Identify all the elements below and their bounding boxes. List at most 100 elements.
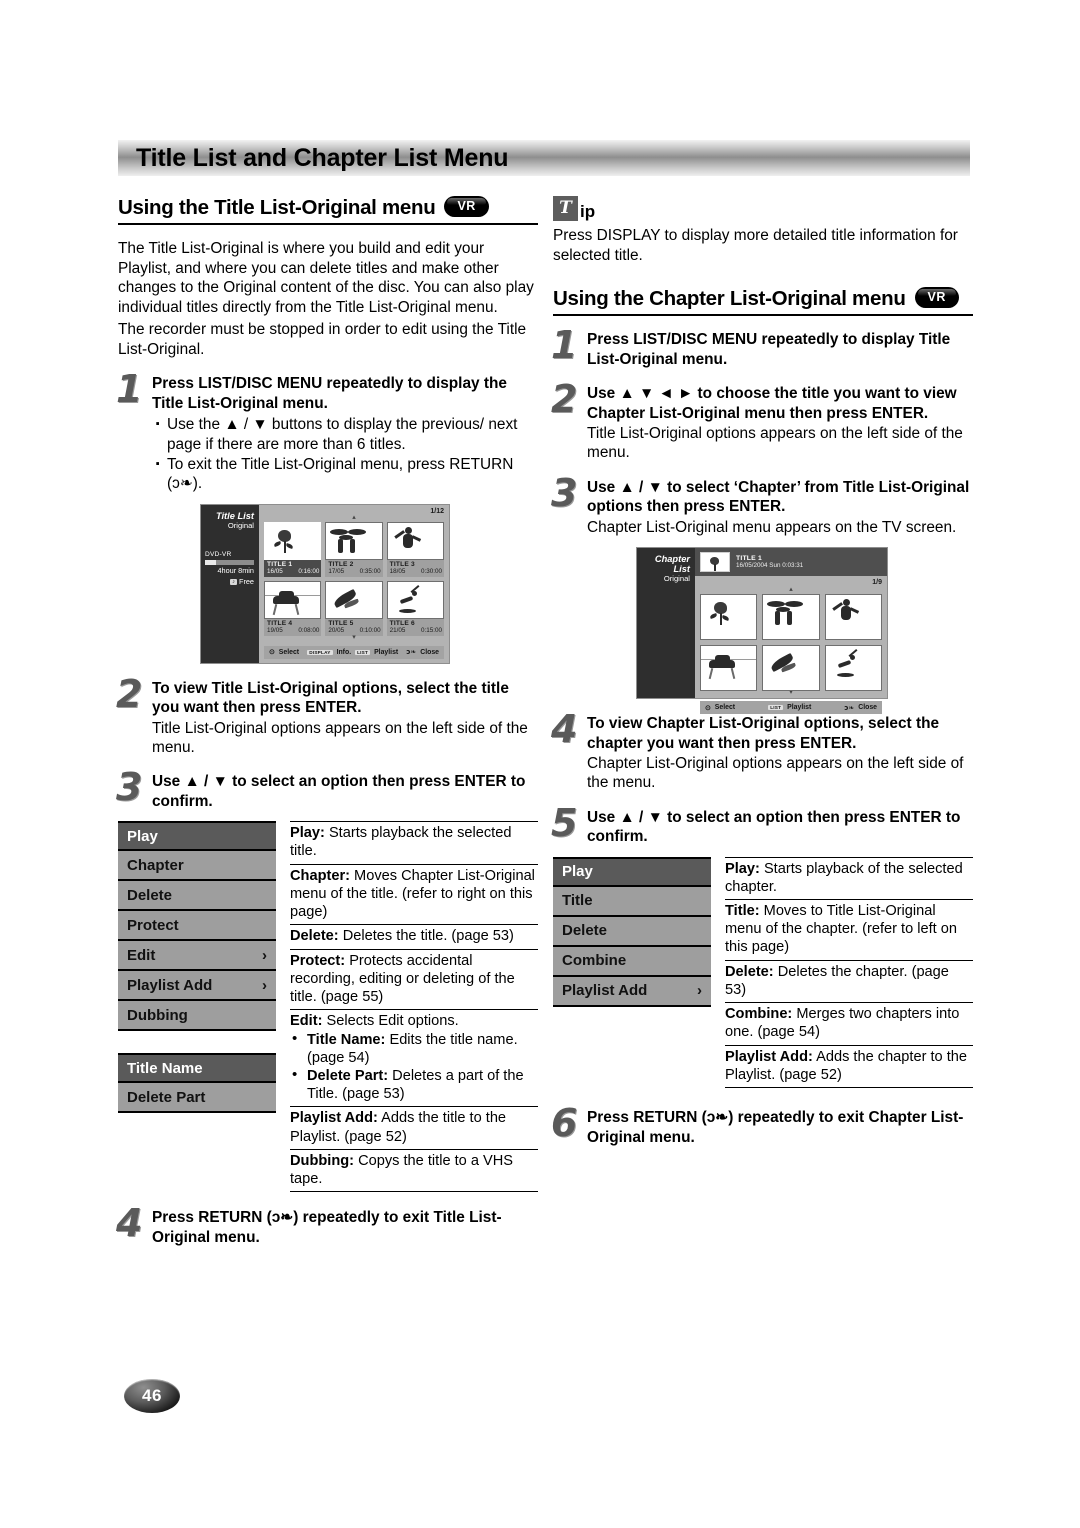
- option-protect[interactable]: Protect: [118, 911, 276, 942]
- chapter-cell[interactable]: [762, 594, 820, 641]
- step-title: Use ▲ ▼ ◄ ► to choose the title you want…: [587, 385, 957, 422]
- title-label: TITLE 4: [267, 620, 293, 628]
- title-date: 21/05: [389, 627, 406, 635]
- screen-subtitle: Original: [227, 520, 254, 530]
- heading-rule: [118, 223, 538, 225]
- step-number: 3: [551, 470, 578, 515]
- chapter-cell[interactable]: [824, 645, 882, 692]
- desc-dubbing: Dubbing: Copys the title to a VHS tape.: [290, 1150, 538, 1193]
- scroll-down-arrow-icon[interactable]: ▾: [264, 634, 444, 642]
- desc-term: Delete:: [725, 963, 774, 980]
- scroll-down-arrow-icon[interactable]: ▾: [700, 689, 882, 697]
- chapter-cell[interactable]: [700, 594, 758, 641]
- left-step-3: 3 Use ▲ / ▼ to select an option then pre…: [116, 768, 538, 811]
- title-cell[interactable]: TITLE 5 20/05 0:10:00: [325, 581, 383, 637]
- option-label: Delete: [127, 886, 173, 904]
- title-cell[interactable]: TITLE 3 18/05 0:30:00: [386, 522, 444, 578]
- option-delete[interactable]: Delete: [553, 916, 711, 947]
- desc-text: Selects Edit options.: [322, 1013, 459, 1030]
- chapter-options-menu: Play Title Delete Combine Playlist Add ›: [553, 856, 711, 1007]
- chapter-cell[interactable]: [824, 594, 882, 641]
- left-step-1: 1 Press LIST/DISC MENU repeatedly to dis…: [116, 370, 538, 493]
- thumbnail: [325, 581, 383, 620]
- right-step-6: 6 Press RETURN (ↄ❧) repeatedly to exit C…: [551, 1104, 973, 1147]
- option-play[interactable]: Play: [553, 856, 711, 887]
- step-body: Chapter List-Original options appears on…: [587, 754, 964, 792]
- right-column: T ip Press DISPLAY to display more detai…: [551, 196, 973, 1147]
- vr-badge: VR: [914, 286, 959, 308]
- title-date: 18/05: [389, 568, 406, 576]
- option-label: Chapter: [127, 856, 184, 874]
- step-number: 4: [551, 707, 578, 752]
- option-title[interactable]: Title: [553, 886, 711, 917]
- title-cell[interactable]: TITLE 2 17/05 0:35:00: [325, 522, 383, 578]
- left-section-heading: Using the Title List-Original menu VR: [118, 195, 538, 225]
- left-option-descriptions: Play: Starts playback the selected title…: [290, 821, 538, 1193]
- screen-status-bar: ⊙ Select LIST Playlist ↄ❧ Close: [700, 701, 882, 715]
- chapter-cell[interactable]: [700, 645, 758, 692]
- desc-term: Protect:: [290, 952, 346, 969]
- left-intro-2: The recorder must be stopped in order to…: [118, 320, 527, 358]
- option-playlist-add[interactable]: Playlist Add ›: [118, 971, 276, 1002]
- title-duration: 0:15:00: [420, 627, 442, 635]
- playlist-label: Playlist: [787, 704, 812, 712]
- title-cell[interactable]: TITLE 1 16/05 0:16:00: [264, 522, 322, 578]
- option-chapter[interactable]: Chapter: [118, 851, 276, 882]
- select-icon: ⊙: [705, 704, 711, 712]
- right-step-2: 2 Use ▲ ▼ ◄ ► to choose the title you wa…: [551, 380, 973, 463]
- disc-type-label: DVD-VR: [205, 551, 232, 559]
- title-duration: 0:35:00: [359, 568, 381, 576]
- option-dubbing[interactable]: Dubbing: [118, 1001, 276, 1032]
- option-label: Dubbing: [127, 1006, 188, 1024]
- thumbnail: [762, 594, 820, 641]
- chapter-cell[interactable]: [762, 645, 820, 692]
- desc-text: Starts playback of the selected chapter.: [725, 860, 963, 895]
- right-heading-text: Using the Chapter List-Original menu: [553, 287, 906, 311]
- chevron-right-icon: ›: [262, 976, 267, 994]
- disc-space-bar: [205, 560, 254, 566]
- thumbnail: [264, 522, 322, 561]
- desc-text: Deletes the title. (page 53): [338, 928, 514, 945]
- step-body: Title List-Original options appears on t…: [152, 719, 528, 756]
- bullet-item: Use the ▲ / ▼ buttons to display the pre…: [152, 413, 538, 454]
- right-step-3: 3 Use ▲ / ▼ to select ‘Chapter’ from Tit…: [551, 474, 973, 537]
- option-play[interactable]: Play: [118, 821, 276, 852]
- step-number: 1: [116, 367, 143, 412]
- step-number: 3: [116, 765, 143, 810]
- step-title: To view Title List-Original options, sel…: [152, 679, 509, 717]
- page-number-badge: 46: [124, 1379, 180, 1413]
- desc-text: Moves to Title List-Original menu of the…: [725, 903, 958, 956]
- title-cell[interactable]: TITLE 4 19/05 0:08:00: [264, 581, 322, 637]
- option-playlist-add[interactable]: Playlist Add ›: [553, 976, 711, 1007]
- title-date: 19/05: [267, 627, 283, 635]
- vr-badge: VR: [444, 195, 489, 217]
- step-number: 2: [116, 671, 143, 716]
- submenu-title-name[interactable]: Title Name: [118, 1053, 276, 1084]
- page-number: 46: [142, 1386, 162, 1405]
- thumbnail: [824, 594, 882, 641]
- title-options-menu: Play Chapter Delete Protect Edit › Playli…: [118, 821, 276, 1032]
- option-delete[interactable]: Delete: [118, 881, 276, 912]
- option-label: Delete: [562, 922, 608, 940]
- thumbnail: [700, 594, 758, 641]
- step-number: 1: [551, 323, 578, 368]
- desc-protect: Protect: Protects accidental recording, …: [290, 950, 538, 1011]
- tip-text: Press DISPLAY to display more detailed t…: [553, 227, 958, 264]
- desc-edit: Edit: Selects Edit options. Title Name: …: [290, 1010, 538, 1108]
- desc-term: Dubbing:: [290, 1152, 355, 1169]
- desc-play: Play: Starts playback of the selected ch…: [725, 856, 973, 900]
- title-cell[interactable]: TITLE 6 21/05 0:15:00: [386, 581, 444, 637]
- submenu-delete-part[interactable]: Delete Part: [118, 1083, 276, 1114]
- option-label: Edit: [127, 946, 156, 964]
- select-label: Select: [278, 648, 300, 656]
- screen-content: 1/12 ▴ TITLE 1 16/05 0:16:00 TITLE 2 17/…: [259, 505, 449, 663]
- title-label: TITLE 1: [267, 561, 293, 569]
- tip-icon: T: [553, 196, 578, 221]
- display-label: Info.: [336, 648, 352, 656]
- thumbnail: [325, 522, 383, 561]
- desc-term: Combine:: [725, 1006, 793, 1023]
- option-edit[interactable]: Edit ›: [118, 941, 276, 972]
- option-combine[interactable]: Combine: [553, 946, 711, 977]
- option-label: Play: [127, 827, 158, 845]
- chapter-screen-header: TITLE 1 16/05/2004 Sun 0:03:31: [695, 548, 887, 577]
